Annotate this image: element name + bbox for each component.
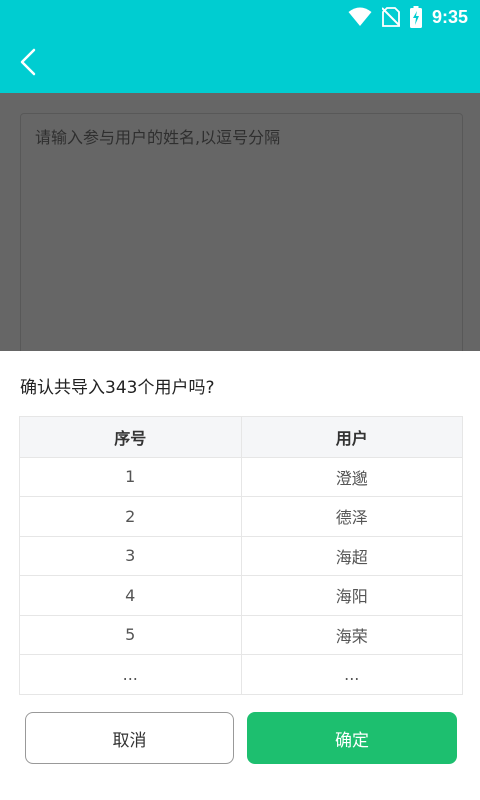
row-index: 1	[125, 467, 136, 487]
row-user: 德泽	[240, 497, 463, 536]
row-user: 澄邈	[240, 457, 463, 496]
dialog-title: 确认共导入343个用户吗?	[20, 378, 215, 398]
table-row: 3 海超	[20, 535, 463, 575]
header-user: 用户	[240, 417, 463, 457]
app-bar	[0, 34, 480, 93]
row-user: 海荣	[240, 615, 463, 654]
status-bar: 9:35	[0, 0, 480, 34]
table-row: 5 海荣	[20, 614, 463, 654]
header-index: 序号	[114, 428, 147, 448]
battery-charging-icon	[409, 6, 422, 28]
status-icons: 9:35	[348, 5, 468, 29]
wifi-icon	[348, 7, 372, 27]
table-header-row: 序号 用户	[20, 417, 462, 457]
chevron-left-icon	[19, 48, 37, 80]
table-row: ... ...	[20, 654, 462, 694]
confirm-dialog: 确认共导入343个用户吗? 序号 用户 1 澄邈 2 德泽 3 海超 4 海阳 …	[0, 351, 480, 800]
table-row: 1 澄邈	[20, 456, 463, 496]
row-user: ...	[240, 655, 463, 694]
row-user: 海超	[240, 536, 463, 575]
row-index: 2	[125, 506, 136, 526]
modal-overlay[interactable]	[0, 93, 480, 351]
back-button[interactable]	[10, 46, 46, 82]
user-table: 序号 用户 1 澄邈 2 德泽 3 海超 4 海阳 5 海荣 ... ...	[19, 416, 463, 695]
no-sim-icon	[381, 7, 400, 27]
row-index: 5	[125, 625, 136, 645]
row-user: 海阳	[240, 576, 463, 615]
status-time: 9:35	[431, 6, 468, 27]
row-index: 4	[125, 585, 136, 605]
table-row: 4 海阳	[20, 575, 462, 615]
cancel-button[interactable]: 取消	[25, 712, 234, 764]
row-index: 3	[125, 546, 136, 566]
confirm-button[interactable]: 确定	[247, 712, 457, 764]
row-index: ...	[122, 664, 138, 684]
table-row: 2 德泽	[20, 496, 462, 536]
